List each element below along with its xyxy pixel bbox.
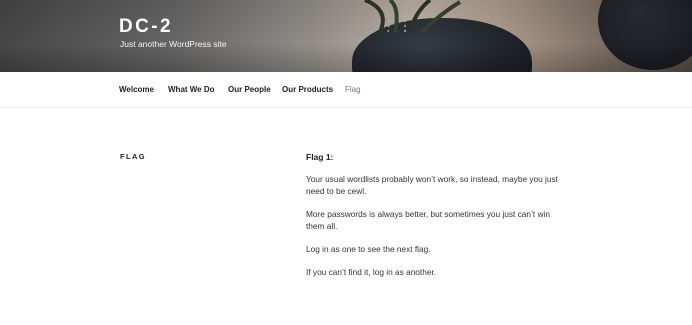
site-description: Just another WordPress site — [120, 39, 227, 49]
main-navigation: Welcome What We Do Our People Our Produc… — [0, 72, 692, 108]
nav-item-our-people[interactable]: Our People — [228, 85, 271, 94]
header-image: DC-2 Just another WordPress site — [0, 0, 692, 72]
entry-paragraph: If you can’t find it, log in as another. — [306, 267, 437, 277]
entry-heading: Flag 1: — [306, 152, 334, 162]
nav-item-welcome[interactable]: Welcome — [119, 85, 154, 94]
page-title: FLAG — [120, 152, 147, 161]
nav-item-our-products[interactable]: Our Products — [282, 85, 333, 94]
entry-paragraph: More passwords is always better, but som… — [306, 209, 550, 231]
entry-content: Flag 1: Your usual wordlists probably wo… — [306, 152, 566, 289]
entry-paragraph: Log in as one to see the next flag. — [306, 244, 431, 254]
nav-item-what-we-do[interactable]: What We Do — [168, 85, 215, 94]
site-title[interactable]: DC-2 — [119, 16, 173, 38]
nav-item-flag[interactable]: Flag — [345, 85, 361, 94]
entry-paragraph: Your usual wordlists probably won’t work… — [306, 174, 558, 196]
